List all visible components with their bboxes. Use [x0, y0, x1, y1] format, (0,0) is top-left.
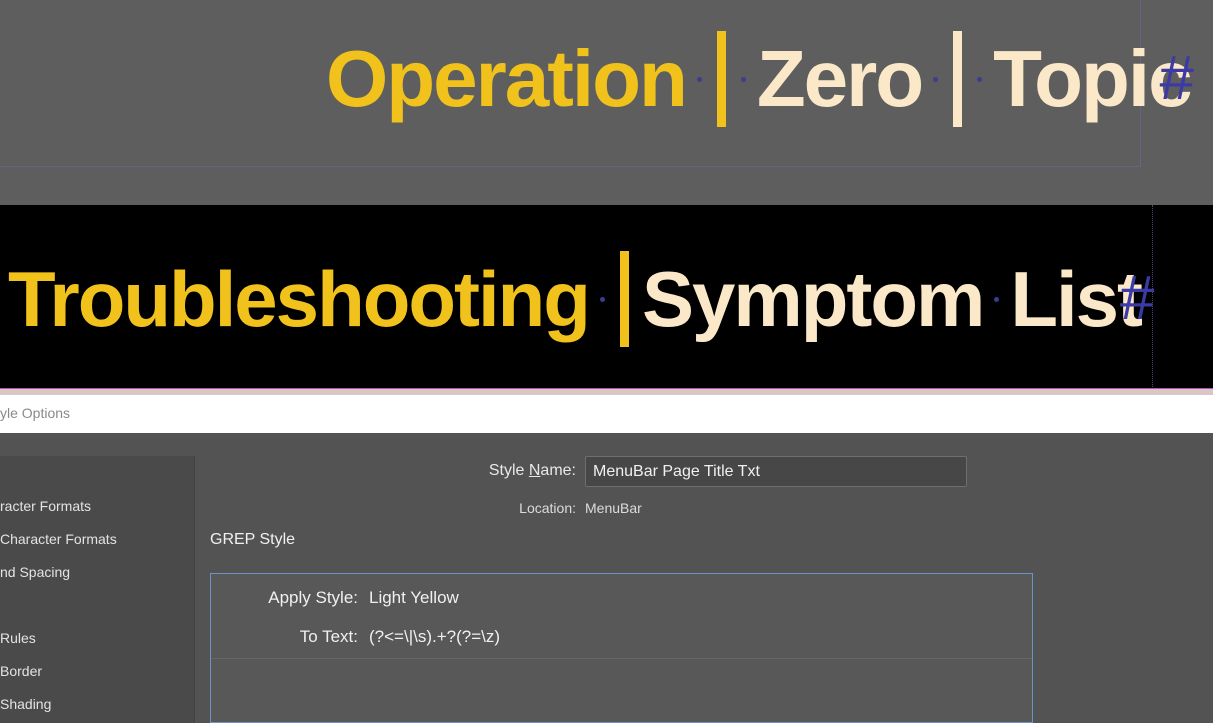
dialog-titlebar[interactable]: yle Options: [0, 395, 1213, 433]
style-name-input[interactable]: MenuBar Page Title Txt: [585, 456, 967, 487]
space-marker-icon: [599, 296, 605, 302]
title-2-part-2: Symptom: [641, 255, 985, 343]
apply-style-value[interactable]: Light Yellow: [369, 588, 459, 608]
to-text-value[interactable]: (?<=\|\s).+?(?=\z): [369, 627, 500, 647]
sidebar-item-bullets-spacing[interactable]: nd Spacing: [0, 564, 70, 580]
space-marker-icon: [977, 76, 983, 82]
space-marker-icon: [740, 76, 746, 82]
options-sidebar: racter Formats Character Formats nd Spac…: [0, 456, 195, 723]
space-marker-icon: [933, 76, 939, 82]
title-2-part-1: Troubleshooting: [8, 255, 591, 343]
title-1-part-2: Zero: [756, 34, 924, 123]
style-name-label: Style Name:: [488, 462, 576, 479]
grep-style-list[interactable]: Apply Style: Light Yellow To Text: (?<=\…: [210, 573, 1033, 723]
section-heading: GREP Style: [210, 531, 296, 548]
sidebar-item-grep-style[interactable]: Character Formats: [0, 531, 117, 547]
dialog-title: yle Options: [0, 405, 71, 421]
to-text-label: To Text:: [299, 627, 358, 646]
sidebar-item-border[interactable]: Border: [0, 663, 42, 679]
end-of-story-icon: #: [1119, 264, 1154, 333]
title-1-part-1: Operation: [326, 34, 688, 123]
pipe-separator: [619, 251, 629, 347]
page-title-text-1[interactable]: Operation Zero Topic #: [326, 24, 1193, 134]
location-value: MenuBar: [585, 500, 642, 516]
location-label: Location:: [519, 500, 576, 516]
space-marker-icon: [635, 297, 640, 302]
space-marker-icon: [696, 76, 702, 82]
page-title-text-2[interactable]: Troubleshooting Symptom List #: [8, 244, 1153, 354]
apply-style-label: Apply Style:: [268, 588, 358, 607]
pipe-separator: [716, 31, 726, 127]
pipe-separator: [953, 31, 963, 127]
grep-row-divider: [211, 658, 1032, 659]
sidebar-item-rules[interactable]: Rules: [0, 630, 36, 646]
sidebar-item-shading[interactable]: Shading: [0, 696, 51, 712]
sidebar-item-drop-caps-nested[interactable]: racter Formats: [0, 498, 91, 514]
end-of-story-icon: #: [1158, 44, 1194, 113]
page-edge-strip: [0, 388, 1213, 395]
space-marker-icon: [994, 296, 1000, 302]
